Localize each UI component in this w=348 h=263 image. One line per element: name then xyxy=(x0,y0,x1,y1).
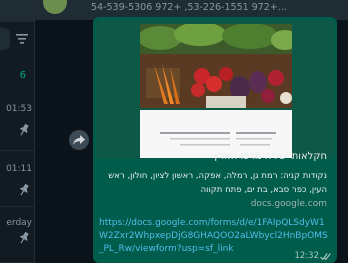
filter-row xyxy=(0,27,34,51)
chat-list-header xyxy=(0,0,34,22)
link-preview-title: חקלאות ישירה מרכז הארץ xyxy=(212,151,327,162)
double-check-icon xyxy=(320,253,331,261)
chat-list-item[interactable]: erday xyxy=(0,206,34,263)
link-preview-description: נקודות קניה: רמת גן, רמלה, אפקה, ראשון ל… xyxy=(108,171,327,195)
link-preview-domain: docs.google.com xyxy=(250,199,327,209)
chat-time: erday xyxy=(6,218,32,228)
participants-line: 54-539-5306 972+ ,53-226-1551 972+... xyxy=(91,2,287,13)
link-preview[interactable] xyxy=(96,20,334,158)
vegetables-photo xyxy=(140,24,292,108)
chat-list-pane: 6 01:53 01:11 erday xyxy=(0,0,35,263)
avatar[interactable] xyxy=(43,0,67,14)
chat-list-item[interactable]: 01:53 xyxy=(0,94,34,151)
chat-list-item[interactable]: 01:11 xyxy=(0,150,34,207)
pin-icon xyxy=(20,184,29,196)
pin-icon xyxy=(20,124,29,136)
message-time: 12:32 xyxy=(294,251,320,261)
chat-time: 01:11 xyxy=(6,164,32,174)
forward-button[interactable] xyxy=(69,130,89,150)
preview-image xyxy=(96,20,334,158)
chat-time: 01:53 xyxy=(6,104,32,114)
outgoing-message[interactable]: חקלאות ישירה מרכז הארץ נקודות קניה: רמת … xyxy=(93,17,337,263)
conversation-pane: 54-539-5306 972+ ,53-226-1551 972+... חק… xyxy=(35,0,348,263)
forward-icon xyxy=(73,135,85,145)
pin-icon xyxy=(20,232,29,244)
unread-count: 6 xyxy=(19,70,26,81)
filter-icon[interactable] xyxy=(16,34,28,44)
